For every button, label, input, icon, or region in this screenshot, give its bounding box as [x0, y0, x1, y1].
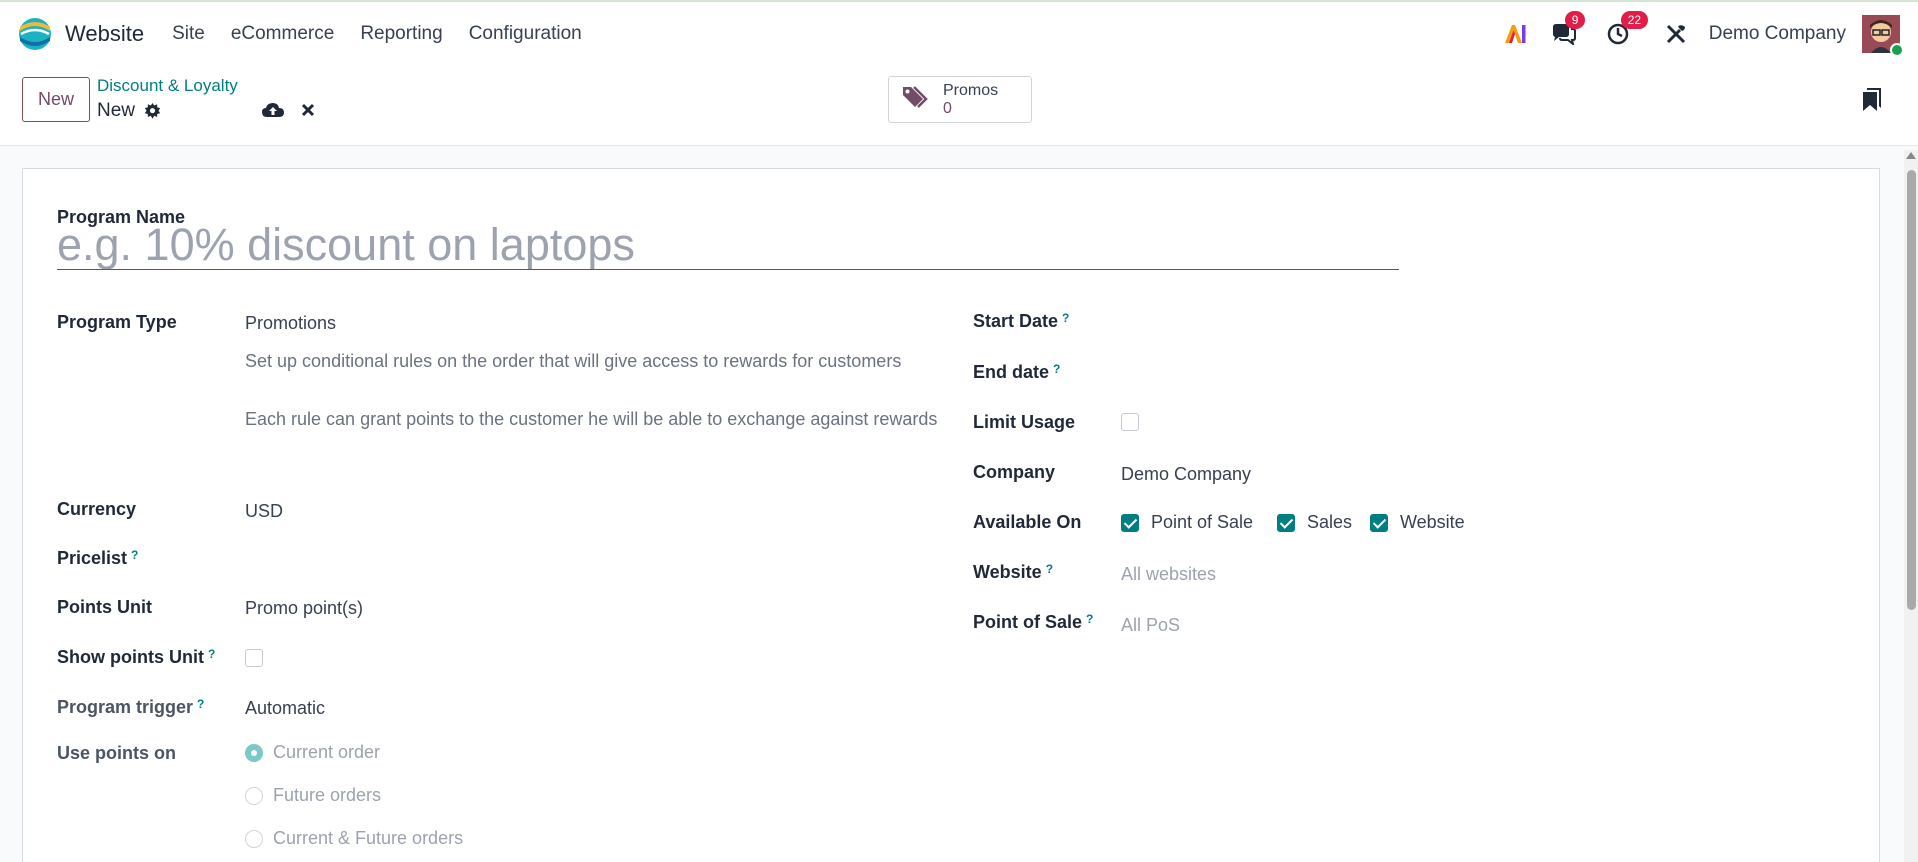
pricelist-help-icon[interactable]: ? — [131, 548, 138, 562]
program-name-input[interactable] — [57, 220, 1399, 270]
pricelist-label-text: Pricelist — [57, 548, 128, 568]
use-points-future-orders[interactable]: Future orders — [245, 785, 381, 806]
promos-smart-button[interactable]: Promos 0 — [888, 76, 1032, 123]
currency-value[interactable]: USD — [245, 501, 283, 522]
menu-reporting[interactable]: Reporting — [360, 23, 442, 45]
start-date-label-text: Start Date — [973, 311, 1059, 331]
online-status-dot — [1890, 43, 1904, 57]
menu-ecommerce[interactable]: eCommerce — [231, 23, 334, 45]
website-label-text: Website — [973, 562, 1042, 582]
pricelist-label: Pricelist? — [57, 548, 138, 569]
use-points-on-label: Use points on — [57, 743, 177, 763]
ai-icon[interactable] — [1503, 23, 1527, 45]
program-trigger-value[interactable]: Automatic — [245, 698, 325, 719]
new-button[interactable]: New — [22, 77, 90, 122]
menu-site[interactable]: Site — [172, 23, 205, 45]
app-name[interactable]: Website — [65, 21, 144, 47]
sales-checkbox[interactable] — [1277, 513, 1295, 532]
program-type-label: Program Type — [57, 312, 177, 332]
navbar-systray: 9 22 Demo Company — [1479, 11, 1904, 57]
website-label: Website? — [973, 562, 1053, 583]
tools-icon[interactable] — [1665, 23, 1687, 45]
point-of-sale-label-text: Point of Sale — [973, 612, 1083, 632]
control-panel: New Discount & Loyalty New Promos 0 — [0, 66, 1918, 146]
point-of-sale-label: Point of Sale? — [973, 612, 1093, 633]
end-date-input[interactable] — [1123, 360, 1523, 386]
radio-future-orders[interactable] — [245, 786, 263, 805]
point-of-sale-input[interactable]: All PoS — [1121, 615, 1180, 636]
website-option-label: Website — [1400, 512, 1465, 532]
scrollbar-thumb[interactable] — [1907, 170, 1916, 610]
show-points-unit-help-icon[interactable]: ? — [208, 647, 215, 661]
limit-usage-label: Limit Usage — [973, 412, 1076, 432]
promos-label: Promos — [943, 81, 999, 99]
user-avatar[interactable] — [1862, 15, 1904, 57]
point-of-sale-checkbox[interactable] — [1121, 513, 1139, 532]
messages-icon[interactable]: 9 — [1551, 11, 1586, 45]
available-on-point-of-sale[interactable]: Point of Sale — [1121, 512, 1253, 533]
point-of-sale-option-label: Point of Sale — [1151, 512, 1254, 532]
scroll-up-arrow-icon[interactable] — [1906, 152, 1916, 159]
form-sheet: Program Name Program Type Promotions Set… — [22, 168, 1880, 862]
activities-badge: 22 — [1620, 11, 1649, 29]
points-unit-value[interactable]: Promo point(s) — [245, 598, 363, 619]
radio-label-current-order: Current order — [273, 742, 381, 762]
tags-icon — [901, 83, 933, 116]
available-on-sales[interactable]: Sales — [1277, 512, 1352, 533]
points-unit-label: Points Unit — [57, 597, 152, 617]
point-of-sale-help-icon[interactable]: ? — [1086, 612, 1093, 626]
limit-usage-checkbox[interactable] — [1121, 413, 1139, 431]
use-points-current-order[interactable]: Current order — [245, 742, 380, 763]
promos-count: 0 — [943, 99, 952, 117]
gear-icon[interactable] — [144, 103, 161, 125]
menu-configuration[interactable]: Configuration — [469, 23, 582, 45]
messages-badge: 9 — [1564, 11, 1586, 29]
company-label: Company — [973, 462, 1056, 482]
bookmark-icon[interactable] — [1862, 88, 1882, 117]
end-date-label-text: End date — [973, 362, 1050, 382]
cloud-upload-icon[interactable] — [262, 102, 284, 123]
breadcrumb-discount-loyalty[interactable]: Discount & Loyalty — [97, 76, 238, 96]
page-scrollbar[interactable] — [1904, 150, 1918, 862]
radio-current-order[interactable] — [245, 743, 263, 762]
program-type-value[interactable]: Promotions — [245, 313, 336, 334]
radio-current-future-orders[interactable] — [245, 829, 263, 848]
close-icon[interactable] — [301, 103, 315, 122]
app-logo-icon[interactable] — [18, 17, 52, 51]
available-on-website[interactable]: Website — [1370, 512, 1465, 533]
website-checkbox[interactable] — [1370, 513, 1388, 532]
program-type-description-2: Each rule can grant points to the custom… — [245, 409, 938, 429]
start-date-label: Start Date? — [973, 311, 1069, 332]
start-date-input[interactable] — [1123, 309, 1523, 335]
activities-icon[interactable]: 22 — [1607, 11, 1649, 45]
website-input[interactable]: All websites — [1121, 564, 1216, 585]
website-help-icon[interactable]: ? — [1046, 562, 1053, 576]
show-points-unit-label-text: Show points Unit — [57, 647, 204, 667]
radio-label-current-future-orders: Current & Future orders — [273, 828, 464, 848]
show-points-unit-checkbox[interactable] — [245, 649, 263, 667]
end-date-help-icon[interactable]: ? — [1053, 362, 1060, 376]
show-points-unit-label: Show points Unit? — [57, 647, 215, 668]
program-trigger-label: Program trigger? — [57, 697, 204, 718]
program-type-description-1: Set up conditional rules on the order th… — [245, 351, 902, 371]
program-trigger-label-text: Program trigger — [57, 697, 194, 717]
company-value[interactable]: Demo Company — [1121, 464, 1251, 485]
program-trigger-help-icon[interactable]: ? — [197, 697, 204, 711]
start-date-help-icon[interactable]: ? — [1062, 311, 1069, 325]
radio-label-future-orders: Future orders — [273, 785, 382, 805]
end-date-label: End date? — [973, 362, 1060, 383]
company-switcher[interactable]: Demo Company — [1709, 23, 1846, 45]
currency-label: Currency — [57, 499, 137, 519]
sales-option-label: Sales — [1307, 512, 1353, 532]
record-name: New — [97, 100, 136, 121]
available-on-label: Available On — [973, 512, 1082, 532]
use-points-current-future-orders[interactable]: Current & Future orders — [245, 828, 463, 849]
top-navbar: Website Site eCommerce Reporting Configu… — [0, 2, 1918, 66]
